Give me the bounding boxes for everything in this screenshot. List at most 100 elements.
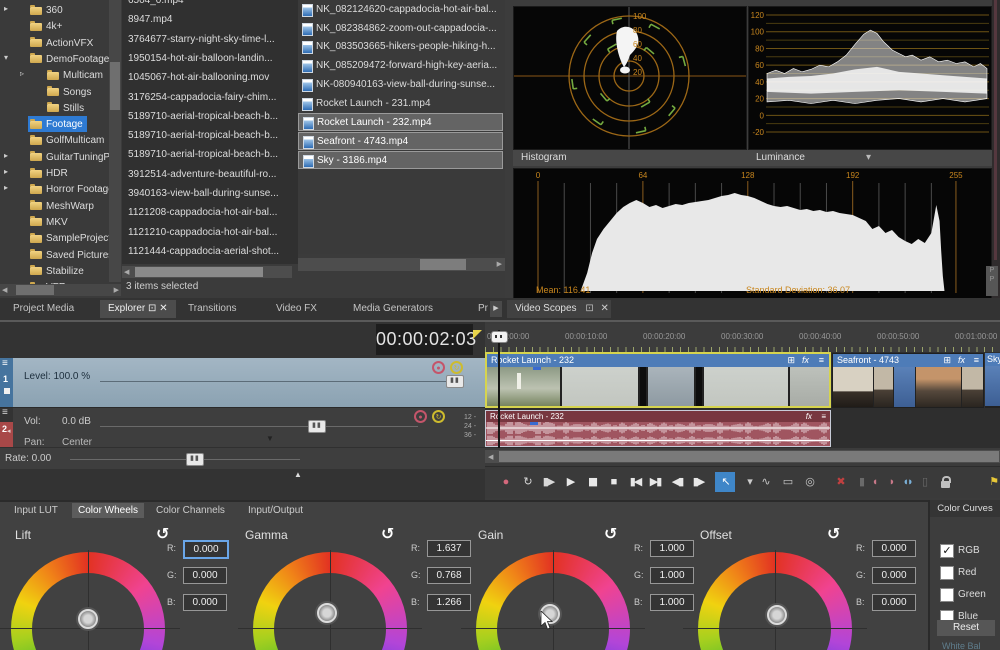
channel-checkbox[interactable] (940, 588, 954, 602)
media-item[interactable]: NK_082124620-cappadocia-hot-air-bal... (298, 1, 503, 19)
playhead-line[interactable] (498, 330, 500, 448)
media-item[interactable]: NK_083503665-hikers-people-hiking-h... (298, 38, 503, 56)
expand-icon[interactable]: ▸ (4, 151, 8, 160)
tree-item-body[interactable]: 360 (28, 2, 67, 18)
tree-item-body[interactable]: SampleProject (28, 230, 115, 246)
clip-menu-icon[interactable]: ≡ (819, 354, 824, 367)
scroll-right-icon[interactable]: ▶ (114, 286, 119, 294)
track-menu-icon[interactable]: ≡ (2, 407, 8, 418)
scroll-thumb[interactable] (110, 62, 120, 110)
pan-crop-icon[interactable]: ⊞ (943, 354, 951, 367)
wheel-lift-r-value[interactable]: 0.000 (183, 540, 229, 559)
expand-icon[interactable]: ▸ (4, 183, 8, 192)
file-item[interactable]: 1121210-cappadocia-hot-air-bal... (122, 223, 298, 242)
shortlist-scrollbar[interactable]: ▶ (298, 258, 505, 271)
tree-item-guitartuningp[interactable]: ▸GuitarTuningP (0, 149, 121, 165)
media-item[interactable]: Rocket Launch - 231.mp4 (298, 95, 503, 113)
go-to-start-button[interactable]: ▮◀ (625, 472, 645, 492)
tree-item-stabilize[interactable]: Stabilize (0, 263, 121, 279)
record-button[interactable]: ● (495, 472, 515, 492)
channel-red[interactable]: Red (940, 566, 1000, 582)
scroll-thumb[interactable] (499, 451, 999, 462)
tree-item-actionvfx[interactable]: ActionVFX (0, 35, 121, 51)
video-clip[interactable]: Rocket Launch - 232 ⊞ fx ≡ (485, 352, 831, 408)
track-menu-icon[interactable]: ≡ (2, 358, 8, 369)
wheel-offset-r-value[interactable]: 0.000 (872, 540, 916, 557)
collapsed-panel-chip[interactable]: PP (986, 266, 998, 296)
expand-icon[interactable]: ▸ (4, 4, 8, 13)
envelope-tool-button[interactable]: ∿ (755, 472, 775, 492)
color-tab-input-lut[interactable]: Input LUT (8, 503, 64, 518)
tree-item-multicam[interactable]: ▹Multicam (0, 67, 121, 83)
wheel-gamma-puck[interactable] (317, 603, 337, 623)
wheel-gain-b-value[interactable]: 1.000 (650, 594, 694, 611)
automation-button[interactable]: ↻ (432, 410, 445, 423)
tree-item-body[interactable]: GolfMulticam (28, 132, 108, 148)
tree-item-body[interactable]: Stabilize (28, 263, 88, 279)
file-item[interactable]: 1045067-hot-air-ballooning.mov (122, 68, 298, 87)
tree-item-body[interactable]: HDR (28, 165, 72, 181)
wheel-gain-g-value[interactable]: 1.000 (650, 567, 694, 584)
media-item[interactable]: NK_082384862-zoom-out-cappadocia-... (298, 20, 503, 38)
tab-video-scopes[interactable]: Video Scopes ⊡ ✕ (507, 300, 611, 318)
histogram-selector[interactable]: Histogram (513, 150, 749, 166)
channel-checkbox[interactable]: ✓ (940, 544, 954, 558)
tree-item-body[interactable]: DemoFootage (28, 51, 113, 67)
file-item[interactable]: 3912514-adventure-beautiful-ro... (122, 165, 298, 184)
audio-track-header[interactable]: ≡ 2 ◂ Vol: 0.0 dB ▮▮ ▼ Pan: Center ● ↻ 1… (0, 407, 485, 448)
tree-item-body[interactable]: Horror Footage (28, 181, 118, 197)
tree-item-body[interactable]: MeshWarp (28, 198, 98, 214)
file-item[interactable]: 6504_0.mp4 (122, 0, 298, 10)
tree-item-meshwarp[interactable]: MeshWarp (0, 198, 121, 214)
wheel-offset-reset-icon[interactable]: ↺ (827, 524, 840, 544)
tab-media-generators[interactable]: Media Generators (345, 300, 441, 318)
close-icon[interactable]: ✕ (600, 303, 608, 314)
mute-button[interactable]: ● (414, 410, 427, 423)
tree-item-body[interactable]: ActionVFX (28, 35, 97, 51)
tree-item-golfmulticam[interactable]: GolfMulticam (0, 132, 121, 148)
mute-button[interactable]: ● (432, 361, 445, 374)
selection-tool-button[interactable]: ▭ (777, 472, 797, 492)
vol-slider-handle[interactable]: ▮▮ (308, 420, 326, 433)
tree-item-body[interactable]: 4k+ (28, 18, 66, 34)
file-item[interactable]: 3176254-cappadocia-fairy-chim... (122, 88, 298, 107)
clip-title-bar[interactable]: Rocket Launch - 232 fx ≡ (486, 411, 830, 422)
wheel-gamma-b-value[interactable]: 1.266 (427, 594, 471, 611)
scroll-left-icon[interactable]: ◀ (488, 453, 493, 461)
tree-item-saved-pictures[interactable]: Saved Pictures (0, 247, 121, 263)
tree-item-body[interactable]: Multicam (45, 67, 107, 83)
file-item[interactable]: 5189710-aerial-tropical-beach-b... (122, 145, 298, 164)
track-minimize-button[interactable] (4, 388, 10, 394)
marker-button[interactable]: ⚑ (983, 472, 1000, 492)
tree-item-mkv[interactable]: MKV (0, 214, 121, 230)
file-item[interactable]: 3940163-view-ball-during-sunse... (122, 184, 298, 203)
wheel-lift-puck[interactable] (78, 609, 98, 629)
go-to-end-button[interactable]: ▶▮ (645, 472, 665, 492)
stop-button[interactable]: ■ (603, 472, 623, 492)
wheel-gain-r-value[interactable]: 1.000 (650, 540, 694, 557)
pan-crop-icon[interactable]: ⊞ (787, 354, 795, 367)
float-window-icon[interactable]: ⊡ (145, 303, 156, 314)
automation-button[interactable]: ↻ (450, 361, 463, 374)
file-list-scrollbar[interactable]: ◀ (122, 266, 292, 278)
level-slider-handle[interactable]: ▮▮ (446, 375, 464, 388)
wheel-gamma-g-value[interactable]: 0.768 (427, 567, 471, 584)
close-icon[interactable]: ✕ (156, 303, 167, 314)
video-track-header[interactable]: ≡ 1 Level: 100.0 % ▮▮ ● ↻ (0, 358, 485, 407)
tree-item-body[interactable]: Songs (45, 84, 95, 100)
timeline-scrollbar[interactable]: ◀ (485, 450, 1000, 463)
clip-title-bar[interactable]: Sky - 3186 (985, 353, 1000, 366)
video-clip[interactable]: Seafront - 4743 ⊞ fx ≡ (832, 353, 984, 408)
scroll-left-icon[interactable]: ◀ (2, 286, 7, 294)
file-item[interactable]: 1121208-cappadocia-hot-air-bal... (122, 203, 298, 222)
tree-item-sampleproject[interactable]: SampleProject (0, 230, 121, 246)
color-tab-color-channels[interactable]: Color Channels (150, 503, 231, 518)
group-button[interactable]: ▯ (914, 472, 934, 492)
timeline-marker[interactable] (473, 330, 482, 339)
delete-button[interactable]: ✖ (830, 472, 850, 492)
channel-rgb[interactable]: ✓RGB (940, 544, 1000, 560)
file-item[interactable]: 8947.mp4 (122, 10, 298, 29)
vol-slider-track[interactable] (100, 426, 418, 427)
expand-icon[interactable]: ▸ (4, 167, 8, 176)
curves-reset-button[interactable]: Reset (937, 620, 995, 636)
